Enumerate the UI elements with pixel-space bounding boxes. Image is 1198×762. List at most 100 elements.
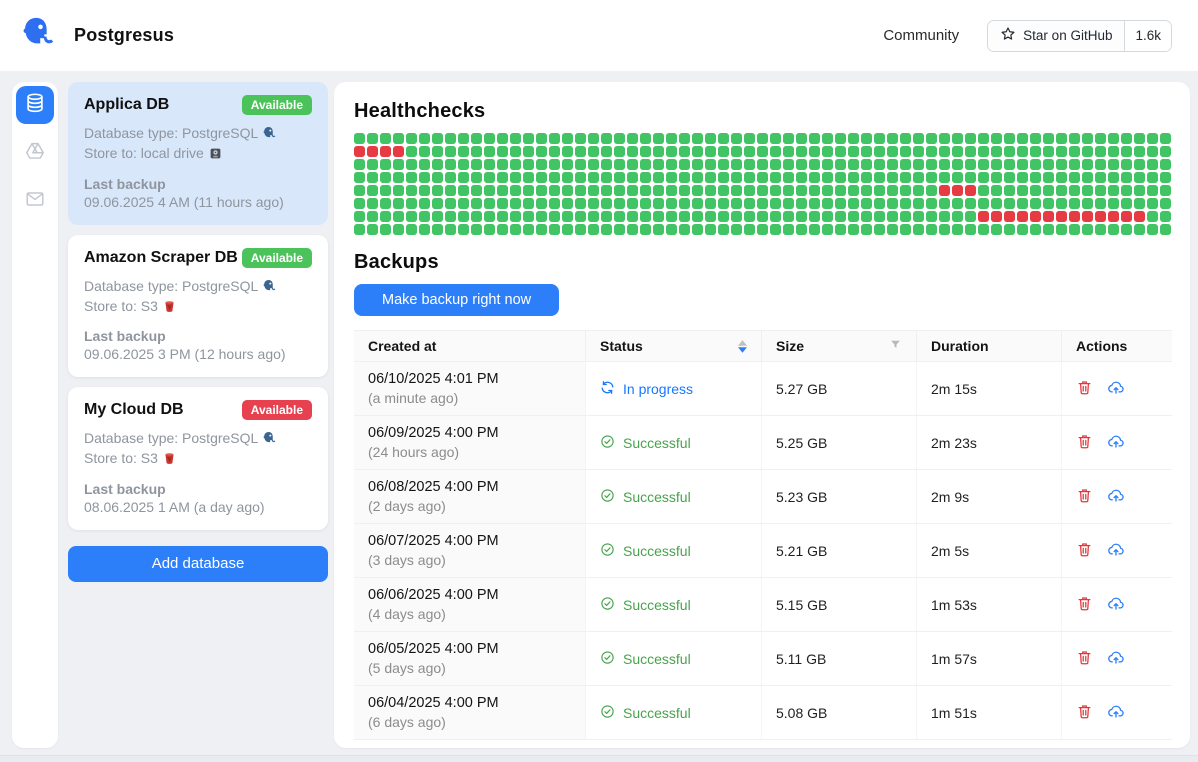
sidebar-item-databases[interactable] [16,86,54,124]
github-star-count[interactable]: 1.6k [1124,21,1171,51]
restore-backup-button[interactable] [1107,432,1125,453]
created-at-value: 06/10/2025 4:01 PM [368,371,571,387]
healthcheck-cell-ok [978,185,989,196]
healthcheck-cell-ok [1134,198,1145,209]
restore-backup-button[interactable] [1107,540,1125,561]
created-at-value: 06/05/2025 4:00 PM [368,641,571,657]
healthcheck-cell-ok [666,146,677,157]
healthcheck-cell-failed [393,146,404,157]
brand: Postgresus [22,16,174,55]
delete-backup-button[interactable] [1076,703,1093,723]
healthcheck-cell-ok [380,185,391,196]
healthcheck-cell-ok [848,146,859,157]
healthcheck-cell-ok [744,211,755,222]
healthcheck-cell-ok [848,211,859,222]
healthcheck-cell-ok [406,146,417,157]
column-label: Created at [368,338,436,354]
size-value: 5.27 GB [776,381,902,397]
healthcheck-cell-ok [653,146,664,157]
database-card[interactable]: Amazon Scraper DBAvailableDatabase type:… [68,235,328,378]
healthcheck-cell-ok [614,133,625,144]
restore-backup-button[interactable] [1107,594,1125,615]
duration-cell: 1m 57s [917,632,1062,685]
restore-backup-button[interactable] [1107,648,1125,669]
healthcheck-cell-ok [887,224,898,235]
delete-backup-button[interactable] [1076,541,1093,561]
healthcheck-cell-ok [874,133,885,144]
sidebar-item-notifications[interactable] [16,182,54,220]
healthcheck-cell-ok [1121,198,1132,209]
healthcheck-cell-ok [601,172,612,183]
healthcheck-cell-ok [1043,146,1054,157]
postgresus-logo-icon [22,16,60,55]
healthcheck-cell-ok [640,172,651,183]
database-card[interactable]: My Cloud DBAvailableDatabase type: Postg… [68,387,328,530]
healthcheck-cell-ok [432,185,443,196]
sidebar-item-storage[interactable] [16,134,54,172]
healthcheck-cell-ok [965,159,976,170]
add-database-button[interactable]: Add database [68,546,328,582]
last-backup-value: 09.06.2025 4 AM (11 hours ago) [84,194,312,210]
make-backup-button[interactable]: Make backup right now [354,284,559,316]
healthcheck-cell-ok [484,185,495,196]
healthcheck-cell-ok [1069,224,1080,235]
healthcheck-cell-ok [419,185,430,196]
delete-backup-button[interactable] [1076,379,1093,399]
status-cell: Successful [586,686,762,739]
healthcheck-cell-ok [770,185,781,196]
healthcheck-cell-ok [874,159,885,170]
healthcheck-cell-ok [926,133,937,144]
created-at-cell: 06/05/2025 4:00 PM(5 days ago) [354,632,586,685]
duration-cell: 1m 51s [917,686,1062,739]
filter-icon[interactable] [889,338,902,354]
size-cell: 5.08 GB [762,686,917,739]
healthcheck-cell-failed [1095,211,1106,222]
restore-backup-button[interactable] [1107,486,1125,507]
healthcheck-cell-ok [1017,146,1028,157]
healthcheck-cell-ok [1121,172,1132,183]
duration-cell: 2m 5s [917,524,1062,577]
cloud-upload-icon [1107,594,1125,615]
delete-backup-button[interactable] [1076,487,1093,507]
github-star-button[interactable]: Star on GitHub [988,21,1124,51]
status-cell: Successful [586,524,762,577]
community-link[interactable]: Community [883,27,959,44]
healthcheck-cell-ok [822,146,833,157]
healthcheck-cell-ok [874,198,885,209]
table-row: 06/07/2025 4:00 PM(3 days ago)Successful… [354,524,1172,578]
created-at-relative: (24 hours ago) [368,444,571,460]
sort-icon[interactable] [738,340,747,353]
header-right: Community Star on GitHub 1.6k [883,20,1172,52]
healthcheck-cell-ok [1004,146,1015,157]
healthcheck-cell-ok [640,146,651,157]
column-header-size[interactable]: Size [762,331,917,361]
delete-backup-button[interactable] [1076,595,1093,615]
column-header-status[interactable]: Status [586,331,762,361]
healthcheck-cell-ok [705,133,716,144]
healthcheck-cell-ok [588,198,599,209]
healthcheck-cell-ok [731,159,742,170]
healthcheck-cell-ok [1082,224,1093,235]
restore-backup-button[interactable] [1107,378,1125,399]
healthcheck-cell-ok [445,172,456,183]
delete-icon [1076,379,1093,399]
healthcheck-cell-ok [900,185,911,196]
healthcheck-cell-ok [978,198,989,209]
healthcheck-cell-ok [510,159,521,170]
healthcheck-cell-ok [471,133,482,144]
healthcheck-cell-ok [796,185,807,196]
column-header-created-at[interactable]: Created at [354,331,586,361]
created-at-relative: (3 days ago) [368,552,571,568]
healthcheck-cell-ok [718,172,729,183]
healthcheck-cell-ok [796,224,807,235]
delete-backup-button[interactable] [1076,433,1093,453]
restore-backup-button[interactable] [1107,702,1125,723]
healthcheck-cell-failed [952,185,963,196]
delete-backup-button[interactable] [1076,649,1093,669]
healthcheck-cell-ok [809,146,820,157]
healthcheck-cell-ok [809,172,820,183]
healthcheck-cell-ok [614,198,625,209]
database-card[interactable]: Applica DBAvailableDatabase type: Postgr… [68,82,328,225]
healthcheck-cell-ok [744,224,755,235]
github-star-widget[interactable]: Star on GitHub 1.6k [987,20,1172,52]
